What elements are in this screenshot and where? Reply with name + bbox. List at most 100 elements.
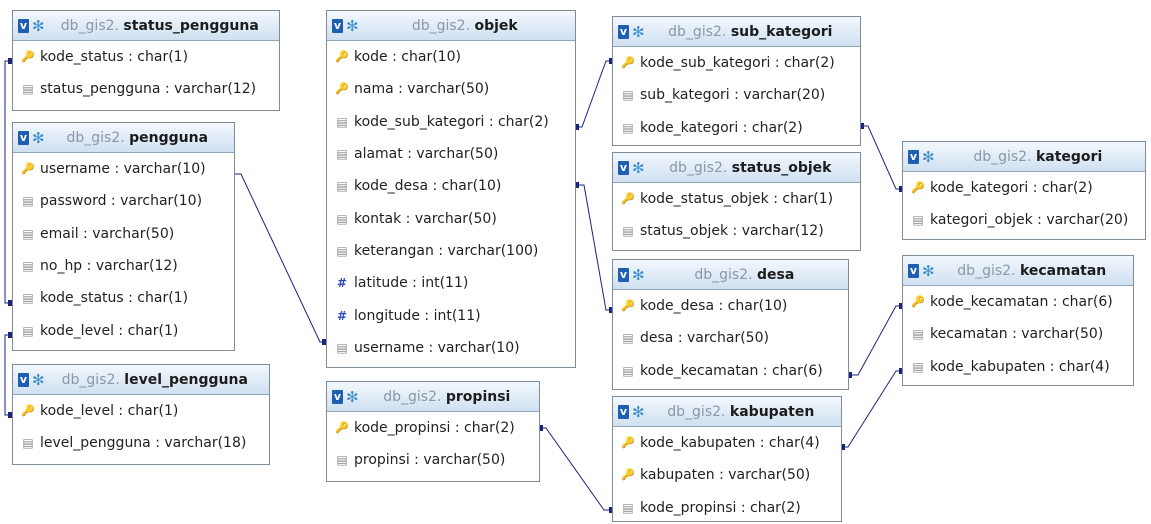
- v-icon[interactable]: v: [332, 18, 343, 33]
- table-objek[interactable]: v ✻ db_gis2. objek 🔑 kode : char(10) 🔑 nam…: [326, 10, 576, 368]
- key-icon: 🔑: [911, 181, 925, 195]
- v-icon[interactable]: v: [908, 263, 919, 278]
- v-icon[interactable]: v: [18, 18, 29, 33]
- column-row[interactable]: ▤ kode_desa : char(10): [327, 170, 575, 202]
- gear-icon[interactable]: ✻: [346, 18, 359, 33]
- v-icon[interactable]: v: [618, 160, 629, 175]
- column-row[interactable]: ▤ kode_sub_kategori : char(2): [327, 106, 575, 138]
- relation-subkategori-kategori: [861, 125, 902, 190]
- key-icon: 🔑: [621, 436, 635, 450]
- gear-icon[interactable]: ✻: [922, 149, 935, 164]
- table-header[interactable]: v ✻ db_gis2. desa: [613, 260, 848, 290]
- column-label: kode_desa : char(10): [640, 298, 788, 315]
- table-kecamatan[interactable]: v ✻ db_gis2. kecamatan 🔑 kode_kecamatan :…: [902, 255, 1134, 386]
- column-row[interactable]: 🔑 kode_propinsi : char(2): [327, 412, 539, 444]
- table-header[interactable]: v ✻ db_gis2. pengguna: [13, 123, 234, 153]
- column-row[interactable]: ▤ propinsi : varchar(50): [327, 444, 539, 476]
- v-icon[interactable]: v: [618, 404, 629, 419]
- column-row[interactable]: ▤ kode_kategori : char(2): [613, 112, 860, 144]
- column-row[interactable]: ▤ alamat : varchar(50): [327, 138, 575, 170]
- table-header[interactable]: v ✻ db_gis2. objek: [327, 11, 575, 41]
- db-name: db_gis2.: [973, 148, 1032, 165]
- column-row[interactable]: 🔑 kode_level : char(1): [13, 395, 269, 427]
- column-row[interactable]: ▤ no_hp : varchar(12): [13, 250, 234, 282]
- column-row[interactable]: 🔑 kode_kategori : char(2): [903, 172, 1145, 204]
- column-row[interactable]: 🔑 username : varchar(10): [13, 153, 234, 185]
- db-name: db_gis2.: [61, 371, 120, 388]
- column-row[interactable]: 🔑 kode_status_objek : char(1): [613, 183, 860, 215]
- table-desa[interactable]: v ✻ db_gis2. desa 🔑 kode_desa : char(10) …: [612, 259, 849, 390]
- gear-icon[interactable]: ✻: [32, 372, 45, 387]
- relation-objek-subkategori: [576, 60, 612, 128]
- column-label: kode_desa : char(10): [354, 178, 502, 195]
- table-level_pengguna[interactable]: v ✻ db_gis2. level_pengguna 🔑 kode_level …: [12, 364, 270, 465]
- gear-icon[interactable]: ✻: [346, 389, 359, 404]
- column-row[interactable]: ▤ password : varchar(10): [13, 185, 234, 217]
- column-row[interactable]: 🔑 kode_kecamatan : char(6): [903, 286, 1133, 318]
- gear-icon[interactable]: ✻: [632, 267, 645, 282]
- table-header[interactable]: v ✻ db_gis2. sub_kategori: [613, 17, 860, 47]
- gear-icon[interactable]: ✻: [32, 130, 45, 145]
- column-row[interactable]: 🔑 kode_status : char(1): [13, 41, 279, 73]
- column-row[interactable]: ▤ kode_status : char(1): [13, 282, 234, 314]
- column-row[interactable]: ▤ keterangan : varchar(100): [327, 235, 575, 267]
- column-row[interactable]: 🔑 kode_desa : char(10): [613, 290, 848, 322]
- column-row[interactable]: 🔑 kode : char(10): [327, 41, 575, 73]
- gear-icon[interactable]: ✻: [632, 24, 645, 39]
- table-pengguna[interactable]: v ✻ db_gis2. pengguna 🔑 username : varcha…: [12, 122, 235, 351]
- column-label: username : varchar(10): [354, 339, 520, 356]
- table-propinsi[interactable]: v ✻ db_gis2. propinsi 🔑 kode_propinsi : c…: [326, 381, 540, 482]
- column-row[interactable]: 🔑 nama : varchar(50): [327, 73, 575, 105]
- table-kategori[interactable]: v ✻ db_gis2. kategori 🔑 kode_kategori : c…: [902, 141, 1146, 240]
- column-row[interactable]: ▤ kontak : varchar(50): [327, 202, 575, 234]
- table-kabupaten[interactable]: v ✻ db_gis2. kabupaten 🔑 kode_kabupaten :…: [612, 396, 842, 522]
- column-row[interactable]: ▤ level_pengguna : varchar(18): [13, 427, 269, 459]
- column-label: kode_propinsi : char(2): [354, 420, 515, 437]
- column-row[interactable]: ▤ email : varchar(50): [13, 218, 234, 250]
- column-row[interactable]: 🔑 kode_sub_kategori : char(2): [613, 47, 860, 79]
- v-icon[interactable]: v: [18, 130, 29, 145]
- column-row[interactable]: ▤ kategori_objek : varchar(20): [903, 204, 1145, 236]
- v-icon[interactable]: v: [618, 24, 629, 39]
- column-icon: ▤: [22, 82, 34, 97]
- column-row[interactable]: 🔑 kode_kabupaten : char(4): [613, 427, 841, 459]
- column-row[interactable]: ▤ kode_kabupaten : char(4): [903, 351, 1133, 383]
- column-row[interactable]: 🔑 kabupaten : varchar(50): [613, 459, 841, 491]
- column-icon: ▤: [622, 224, 634, 239]
- column-row[interactable]: ▤ username : varchar(10): [327, 332, 575, 364]
- column-row[interactable]: ▤ desa : varchar(50): [613, 322, 848, 354]
- column-row[interactable]: ▤ status_pengguna : varchar(12): [13, 73, 279, 105]
- column-row[interactable]: ▤ kode_level : char(1): [13, 314, 234, 346]
- db-name: db_gis2.: [383, 388, 442, 405]
- table-sub_kategori[interactable]: v ✻ db_gis2. sub_kategori 🔑 kode_sub_kate…: [612, 16, 861, 146]
- table-header[interactable]: v ✻ db_gis2. propinsi: [327, 382, 539, 412]
- table-status_pengguna[interactable]: v ✻ db_gis2. status_pengguna 🔑 kode_statu…: [12, 10, 280, 111]
- db-name: db_gis2.: [669, 159, 728, 176]
- table-header[interactable]: v ✻ db_gis2. kabupaten: [613, 397, 841, 427]
- gear-icon[interactable]: ✻: [32, 18, 45, 33]
- column-row[interactable]: # latitude : int(11): [327, 267, 575, 299]
- column-row[interactable]: ▤ kode_propinsi : char(2): [613, 492, 841, 524]
- column-label: kode_sub_kategori : char(2): [354, 113, 549, 130]
- table-status_objek[interactable]: v ✻ db_gis2. status_objek 🔑 kode_status_o…: [612, 152, 861, 251]
- column-row[interactable]: ▤ kecamatan : varchar(50): [903, 318, 1133, 350]
- column-label: password : varchar(10): [40, 193, 203, 210]
- column-row[interactable]: ▤ status_objek : varchar(12): [613, 215, 860, 247]
- gear-icon[interactable]: ✻: [632, 404, 645, 419]
- table-header[interactable]: v ✻ db_gis2. kategori: [903, 142, 1145, 172]
- v-icon[interactable]: v: [908, 149, 919, 164]
- column-icon: ▤: [336, 340, 348, 355]
- v-icon[interactable]: v: [618, 267, 629, 282]
- column-row[interactable]: # longitude : int(11): [327, 299, 575, 331]
- table-header[interactable]: v ✻ db_gis2. status_objek: [613, 153, 860, 183]
- column-icon: ▤: [22, 436, 34, 451]
- column-row[interactable]: ▤ kode_kecamatan : char(6): [613, 355, 848, 387]
- v-icon[interactable]: v: [332, 389, 343, 404]
- column-row[interactable]: ▤ sub_kategori : varchar(20): [613, 79, 860, 111]
- table-header[interactable]: v ✻ db_gis2. kecamatan: [903, 256, 1133, 286]
- table-header[interactable]: v ✻ db_gis2. status_pengguna: [13, 11, 279, 41]
- gear-icon[interactable]: ✻: [632, 160, 645, 175]
- gear-icon[interactable]: ✻: [922, 263, 935, 278]
- table-header[interactable]: v ✻ db_gis2. level_pengguna: [13, 365, 269, 395]
- v-icon[interactable]: v: [18, 372, 29, 387]
